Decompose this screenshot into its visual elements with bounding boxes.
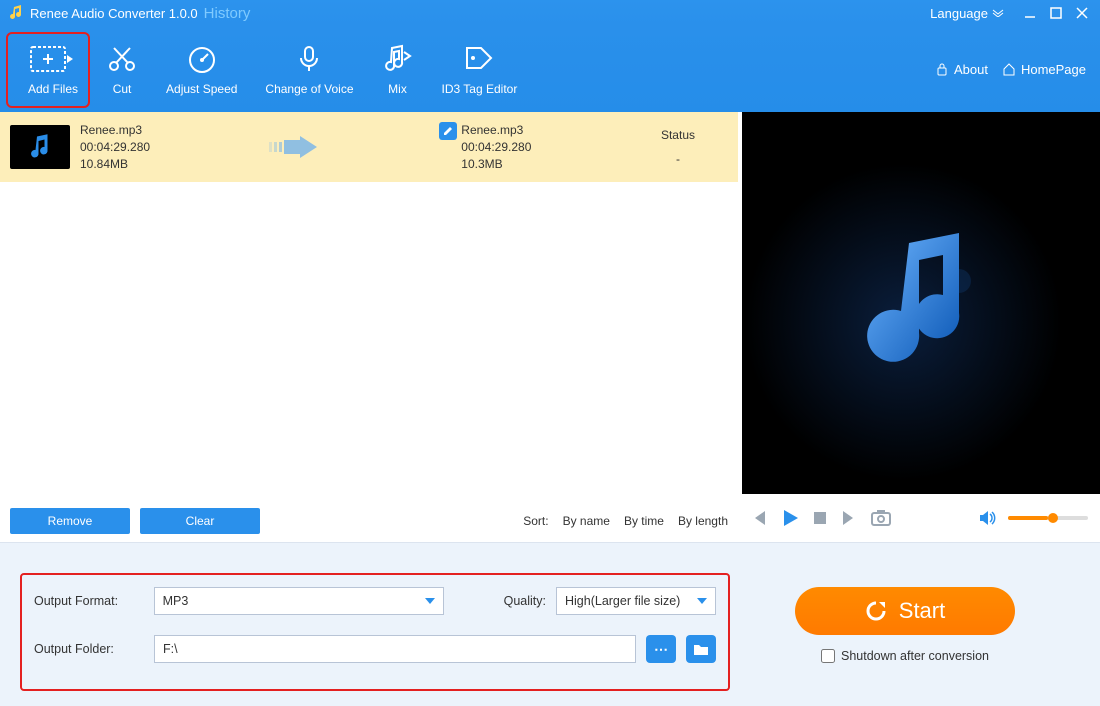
output-folder-input[interactable]: F:\ (154, 635, 636, 663)
lock-icon (935, 62, 949, 76)
quality-select[interactable]: High(Larger file size) (556, 587, 716, 615)
prev-button[interactable] (750, 509, 768, 527)
about-label: About (954, 62, 988, 77)
output-format-value: MP3 (163, 594, 189, 608)
output-format-select[interactable]: MP3 (154, 587, 444, 615)
refresh-icon (865, 600, 887, 622)
mix-icon (382, 42, 414, 76)
preview-area (738, 112, 1100, 494)
app-icon (8, 5, 24, 21)
about-link[interactable]: About (935, 62, 988, 77)
tag-icon (463, 42, 495, 76)
dest-filename: Renee.mp3 (461, 122, 531, 139)
dest-duration: 00:04:29.280 (461, 139, 531, 156)
arrow-icon (247, 132, 343, 162)
change-voice-label: Change of Voice (265, 82, 353, 96)
folder-icon (693, 642, 709, 656)
homepage-link[interactable]: HomePage (1002, 62, 1086, 77)
adjust-speed-label: Adjust Speed (166, 82, 237, 96)
minimize-button[interactable] (1020, 3, 1040, 23)
sort-by-time[interactable]: By time (624, 514, 664, 528)
id3-editor-button[interactable]: ID3 Tag Editor (428, 26, 532, 112)
chevron-down-icon (992, 9, 1004, 17)
dest-file-info: Renee.mp3 00:04:29.280 10.3MB (461, 122, 531, 173)
microphone-icon (293, 42, 325, 76)
adjust-speed-button[interactable]: Adjust Speed (152, 26, 251, 112)
mix-label: Mix (388, 82, 407, 96)
next-button[interactable] (840, 509, 858, 527)
dest-size: 10.3MB (461, 156, 531, 173)
app-title: Renee Audio Converter 1.0.0 (30, 6, 198, 21)
history-link[interactable]: History (204, 5, 251, 22)
id3-label: ID3 Tag Editor (442, 82, 518, 96)
language-label: Language (930, 6, 988, 21)
quality-label: Quality: (504, 594, 546, 608)
add-files-label: Add Files (28, 82, 78, 96)
cut-label: Cut (113, 82, 132, 96)
chevron-down-icon (425, 598, 435, 604)
shutdown-label: Shutdown after conversion (841, 649, 989, 663)
source-file-info: Renee.mp3 00:04:29.280 10.84MB (80, 122, 150, 173)
start-button[interactable]: Start (795, 587, 1015, 635)
source-duration: 00:04:29.280 (80, 139, 150, 156)
cut-button[interactable]: Cut (92, 26, 152, 112)
clear-button[interactable]: Clear (140, 508, 260, 534)
sort-by-length[interactable]: By length (678, 514, 728, 528)
file-row[interactable]: Renee.mp3 00:04:29.280 10.84MB Renee.mp3… (0, 112, 738, 182)
close-button[interactable] (1072, 3, 1092, 23)
output-folder-label: Output Folder: (34, 642, 144, 656)
file-thumbnail (10, 125, 70, 169)
more-options-button[interactable]: ⋯ (646, 635, 676, 663)
sort-by-name[interactable]: By name (563, 514, 610, 528)
maximize-button[interactable] (1046, 3, 1066, 23)
output-folder-value: F:\ (163, 642, 178, 656)
status-header: Status (628, 128, 728, 142)
volume-slider[interactable] (1008, 516, 1088, 520)
quality-value: High(Larger file size) (565, 594, 680, 608)
homepage-label: HomePage (1021, 62, 1086, 77)
scissors-icon (106, 42, 138, 76)
volume-icon[interactable] (978, 510, 996, 526)
shutdown-checkbox[interactable] (821, 649, 835, 663)
language-selector[interactable]: Language (930, 6, 1004, 21)
shutdown-checkbox-row[interactable]: Shutdown after conversion (821, 649, 989, 663)
mix-button[interactable]: Mix (368, 26, 428, 112)
output-format-label: Output Format: (34, 594, 144, 608)
start-label: Start (899, 598, 945, 624)
home-icon (1002, 62, 1016, 76)
sort-label: Sort: (523, 514, 548, 528)
change-voice-button[interactable]: Change of Voice (251, 26, 367, 112)
filmstrip-add-icon (29, 42, 77, 76)
chevron-down-icon (697, 598, 707, 604)
speedometer-icon (186, 42, 218, 76)
edit-icon[interactable] (439, 122, 457, 140)
source-filename: Renee.mp3 (80, 122, 150, 139)
snapshot-button[interactable] (870, 509, 892, 527)
browse-folder-button[interactable] (686, 635, 716, 663)
play-button[interactable] (780, 508, 800, 528)
source-size: 10.84MB (80, 156, 150, 173)
remove-button[interactable]: Remove (10, 508, 130, 534)
status-value: - (676, 152, 680, 166)
stop-button[interactable] (812, 510, 828, 526)
add-files-button[interactable]: Add Files (14, 26, 92, 112)
